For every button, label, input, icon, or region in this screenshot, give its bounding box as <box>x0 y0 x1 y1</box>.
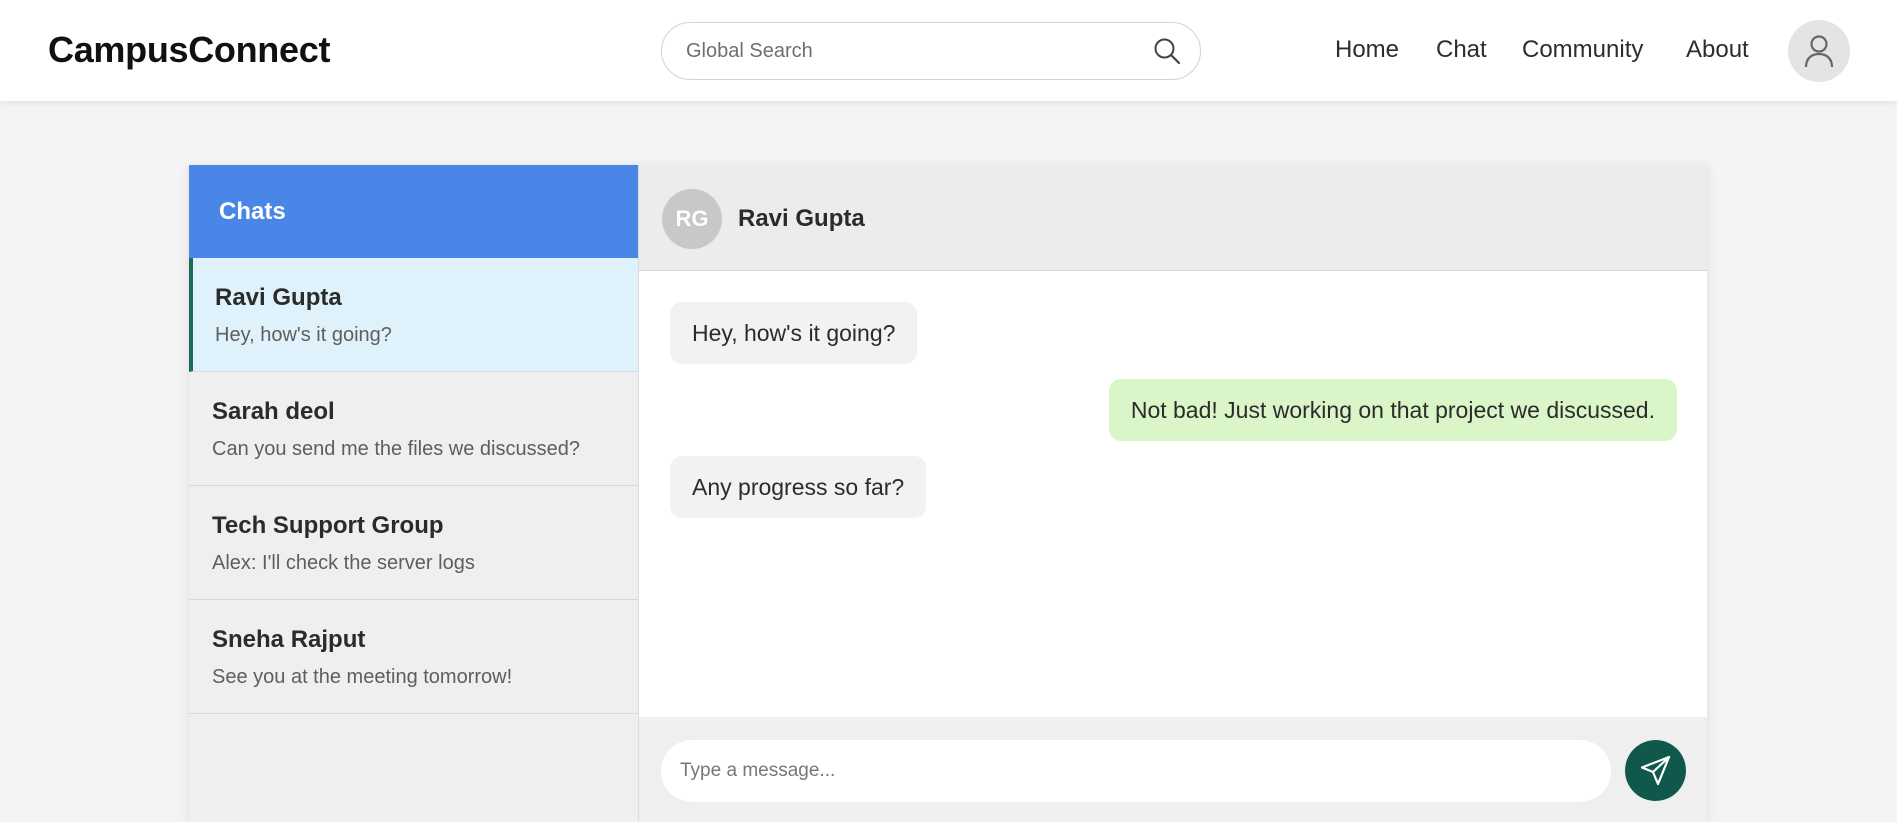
message-composer <box>639 717 1707 822</box>
global-search-box <box>661 22 1201 80</box>
top-navbar: CampusConnect Home Chat Community About <box>0 0 1897 101</box>
contact-avatar: RG <box>662 189 722 249</box>
incoming-message: Hey, how's it going? <box>670 302 918 364</box>
send-button[interactable] <box>1625 740 1686 801</box>
chat-list-sidebar: Chats Ravi Gupta Hey, how's it going? Sa… <box>189 165 639 822</box>
send-icon <box>1640 755 1671 786</box>
global-search-input[interactable] <box>686 23 1126 79</box>
conversation-header: RG Ravi Gupta <box>639 165 1707 271</box>
chat-list-item-tech-support-group[interactable]: Tech Support Group Alex: I'll check the … <box>189 486 638 600</box>
chat-panel: Chats Ravi Gupta Hey, how's it going? Sa… <box>189 165 1707 822</box>
search-icon[interactable] <box>1152 36 1182 66</box>
chats-heading: Chats <box>189 165 638 258</box>
nav-about[interactable]: About <box>1686 36 1749 64</box>
chat-last-message: See you at the meeting tomorrow! <box>212 666 513 688</box>
message-input[interactable] <box>661 740 1611 802</box>
chat-contact-name: Tech Support Group <box>212 512 444 539</box>
conversation-contact-name: Ravi Gupta <box>738 205 865 232</box>
chat-list-item-sneha-rajput[interactable]: Sneha Rajput See you at the meeting tomo… <box>189 600 638 714</box>
chat-last-message: Can you send me the files we discussed? <box>212 438 580 460</box>
incoming-message: Any progress so far? <box>670 456 927 518</box>
chat-contact-name: Sneha Rajput <box>212 626 366 653</box>
chat-list-item-ravi-gupta[interactable]: Ravi Gupta Hey, how's it going? <box>189 258 638 372</box>
nav-home[interactable]: Home <box>1335 36 1399 64</box>
brand-logo[interactable]: CampusConnect <box>48 29 330 71</box>
chat-contact-name: Ravi Gupta <box>215 284 342 311</box>
message-list: Hey, how's it going? Not bad! Just worki… <box>639 271 1707 717</box>
nav-chat[interactable]: Chat <box>1436 36 1487 64</box>
profile-button[interactable] <box>1788 20 1850 82</box>
chat-last-message: Alex: I'll check the server logs <box>212 552 475 574</box>
chat-contact-name: Sarah deol <box>212 398 335 425</box>
chat-last-message: Hey, how's it going? <box>215 324 392 346</box>
chat-list-item-sarah-deol[interactable]: Sarah deol Can you send me the files we … <box>189 372 638 486</box>
outgoing-message: Not bad! Just working on that project we… <box>1108 379 1677 441</box>
conversation-pane: RG Ravi Gupta Hey, how's it going? Not b… <box>639 165 1707 822</box>
user-icon <box>1804 35 1834 68</box>
nav-community[interactable]: Community <box>1522 36 1643 64</box>
